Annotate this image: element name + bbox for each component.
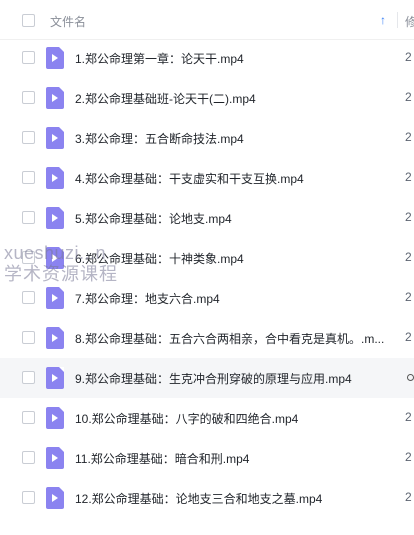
row-next-column: 2 <box>405 490 412 504</box>
file-row-hovered[interactable]: 9.郑公命理基础：生克冲合刑穿破的原理与应用.mp4 <box>0 358 414 398</box>
file-row[interactable]: 11.郑公命理基础：暗合和刑.mp4 2 <box>0 438 414 478</box>
column-divider[interactable] <box>397 12 398 28</box>
video-file-icon <box>46 367 64 389</box>
row-next-column: 2 <box>405 290 412 304</box>
row-next-column: 2 <box>405 410 412 424</box>
row-next-column: 2 <box>405 250 412 264</box>
video-file-icon <box>46 47 64 69</box>
file-name[interactable]: 1.郑公命理第一章：论天干.mp4 <box>75 50 391 67</box>
file-name[interactable]: 2.郑公命理基础班-论天干(二).mp4 <box>75 90 391 107</box>
file-name[interactable]: 10.郑公命理基础：八字的破和四绝合.mp4 <box>75 410 391 427</box>
row-checkbox[interactable] <box>22 331 35 344</box>
video-file-icon <box>46 327 64 349</box>
file-row[interactable]: 12.郑公命理基础：论地支三合和地支之墓.mp4 2 <box>0 478 414 518</box>
row-next-column: 2 <box>405 210 412 224</box>
file-name[interactable]: 8.郑公命理基础：五合六合两相亲，合中看克是真机。.m... <box>75 330 391 347</box>
file-row[interactable]: 7.郑公命理：地支六合.mp4 2 <box>0 278 414 318</box>
row-checkbox[interactable] <box>22 491 35 504</box>
row-checkbox[interactable] <box>22 91 35 104</box>
file-row[interactable]: 10.郑公命理基础：八字的破和四绝合.mp4 2 <box>0 398 414 438</box>
row-next-column: 2 <box>405 330 412 344</box>
file-name[interactable]: 11.郑公命理基础：暗合和刑.mp4 <box>75 450 391 467</box>
video-file-icon <box>46 247 64 269</box>
row-checkbox[interactable] <box>22 51 35 64</box>
row-next-column: 2 <box>405 90 412 104</box>
file-name[interactable]: 3.郑公命理：五合断命技法.mp4 <box>75 130 391 147</box>
video-file-icon <box>46 487 64 509</box>
column-header-next[interactable]: 修 <box>405 13 414 30</box>
file-row[interactable]: 4.郑公命理基础：干支虚实和干支互换.mp4 2 <box>0 158 414 198</box>
file-row[interactable]: 6.郑公命理基础：十神类象.mp4 2 <box>0 238 414 278</box>
row-next-column: 2 <box>405 450 412 464</box>
row-checkbox[interactable] <box>22 131 35 144</box>
file-row[interactable]: 5.郑公命理基础：论地支.mp4 2 <box>0 198 414 238</box>
file-name[interactable]: 12.郑公命理基础：论地支三合和地支之墓.mp4 <box>75 490 391 507</box>
file-row[interactable]: 1.郑公命理第一章：论天干.mp4 2 <box>0 38 414 78</box>
file-list-header: 文件名 ↑ 修 <box>0 0 414 40</box>
row-next-column: 2 <box>405 130 412 144</box>
file-name[interactable]: 5.郑公命理基础：论地支.mp4 <box>75 210 391 227</box>
video-file-icon <box>46 287 64 309</box>
file-row[interactable]: 8.郑公命理基础：五合六合两相亲，合中看克是真机。.m... 2 <box>0 318 414 358</box>
row-checkbox[interactable] <box>22 211 35 224</box>
row-next-column: 2 <box>405 170 412 184</box>
video-file-icon <box>46 127 64 149</box>
video-file-icon <box>46 447 64 469</box>
arrow-up-icon[interactable]: ↑ <box>380 13 386 27</box>
file-name[interactable]: 6.郑公命理基础：十神类象.mp4 <box>75 250 391 267</box>
video-file-icon <box>46 167 64 189</box>
row-checkbox[interactable] <box>22 451 35 464</box>
row-next-column: 2 <box>405 50 412 64</box>
file-name[interactable]: 4.郑公命理基础：干支虚实和干支互换.mp4 <box>75 170 391 187</box>
row-checkbox[interactable] <box>22 251 35 264</box>
row-checkbox[interactable] <box>22 371 35 384</box>
row-checkbox[interactable] <box>22 171 35 184</box>
video-file-icon <box>46 207 64 229</box>
file-name[interactable]: 9.郑公命理基础：生克冲合刑穿破的原理与应用.mp4 <box>75 370 391 387</box>
video-file-icon <box>46 407 64 429</box>
video-file-icon <box>46 87 64 109</box>
file-row[interactable]: 2.郑公命理基础班-论天干(二).mp4 2 <box>0 78 414 118</box>
file-row[interactable]: 3.郑公命理：五合断命技法.mp4 2 <box>0 118 414 158</box>
select-all-checkbox[interactable] <box>22 14 35 27</box>
file-name[interactable]: 7.郑公命理：地支六合.mp4 <box>75 290 391 307</box>
row-checkbox[interactable] <box>22 291 35 304</box>
row-checkbox[interactable] <box>22 411 35 424</box>
column-header-filename[interactable]: 文件名 <box>50 13 86 30</box>
more-options-icon[interactable] <box>407 374 414 381</box>
